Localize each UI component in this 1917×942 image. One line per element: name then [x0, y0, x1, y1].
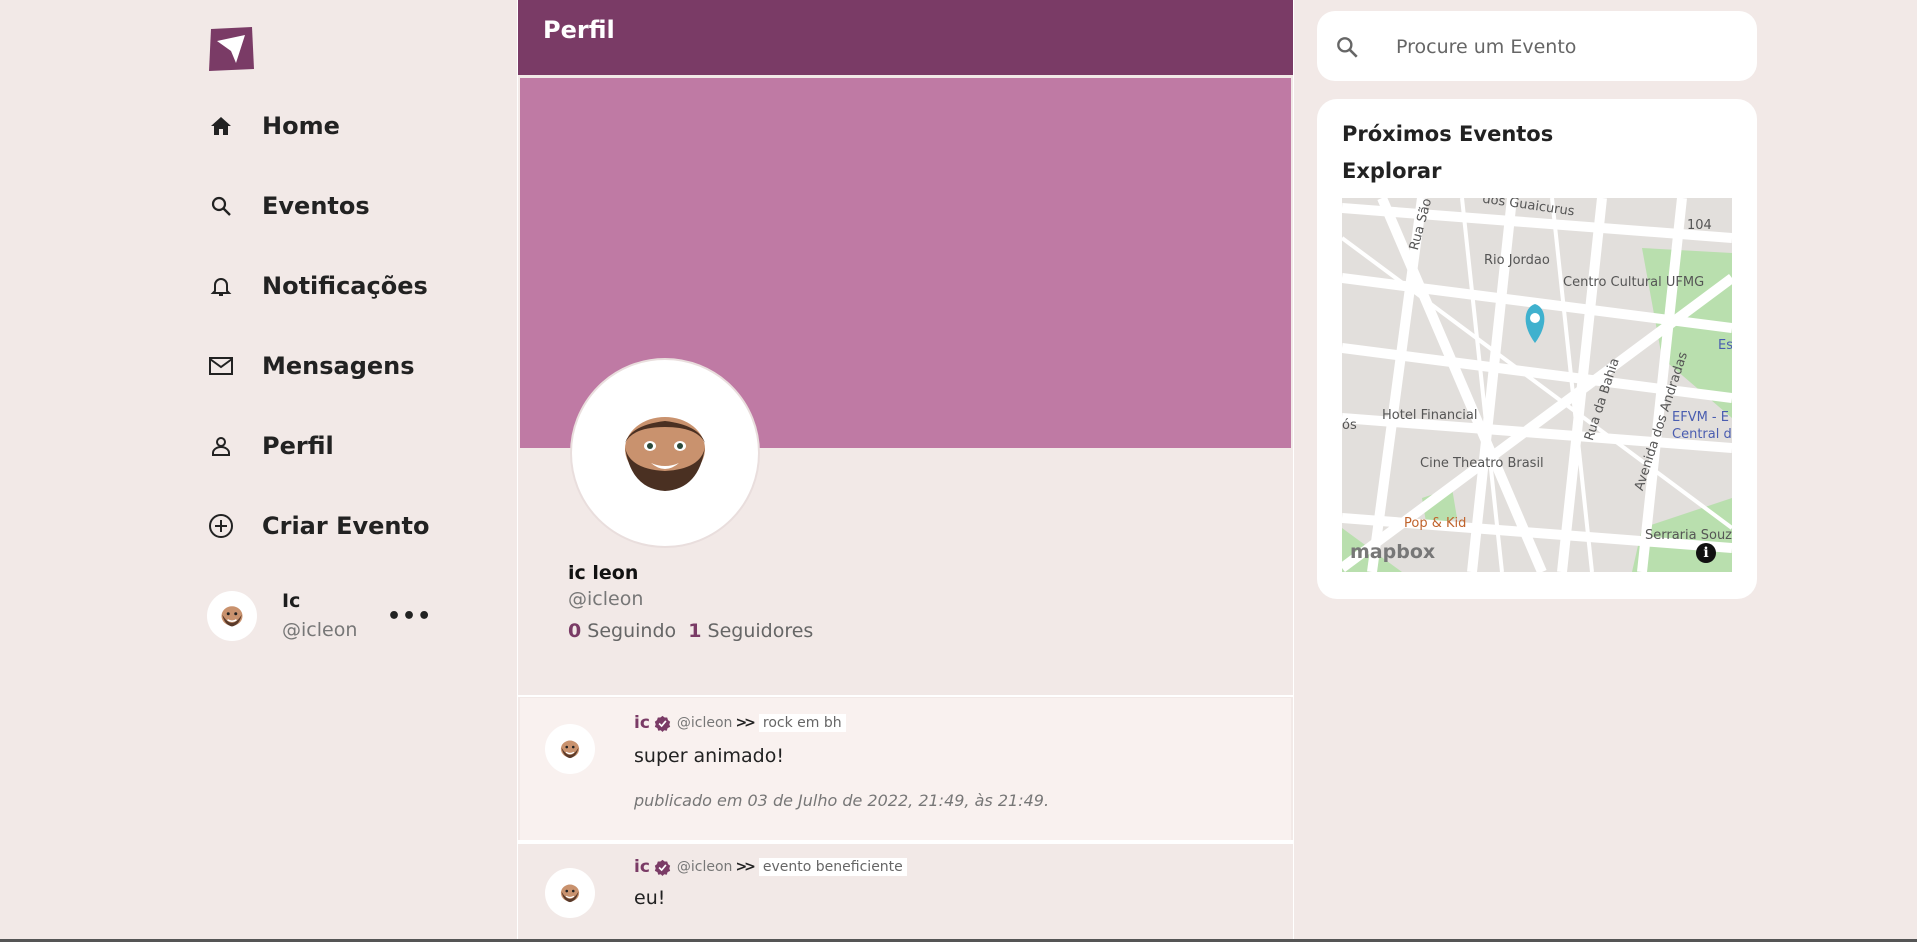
- followers-label[interactable]: Seguidores: [708, 620, 814, 642]
- post-date: publicado em 03 de Julho de 2022, 21:49,…: [634, 791, 1050, 810]
- map-label: Central d: [1672, 427, 1732, 442]
- verified-badge-icon: [654, 715, 671, 732]
- app-logo[interactable]: [209, 27, 254, 71]
- profile-name: ic leon: [568, 562, 639, 584]
- verified-badge-icon: [654, 859, 671, 876]
- profile-avatar: [570, 358, 760, 548]
- account-switcher[interactable]: Ic @icleon •••: [207, 588, 437, 644]
- nav-item-label: Perfil: [262, 432, 334, 460]
- following-count[interactable]: 0: [568, 620, 581, 642]
- post-handle: @icleon: [676, 859, 733, 875]
- map-label: Hotel Financial: [1382, 408, 1478, 423]
- account-name: Ic: [282, 590, 301, 612]
- nav-item-eventos[interactable]: Eventos: [208, 184, 370, 228]
- map-label: Rio Jordao: [1484, 253, 1550, 268]
- nav-item-label: Mensagens: [262, 352, 415, 380]
- post-header: ic @icleon >> evento beneficiente: [634, 857, 907, 877]
- nav-item-criar-evento[interactable]: Criar Evento: [208, 504, 429, 548]
- nav-item-label: Eventos: [262, 192, 370, 220]
- post-event-tag[interactable]: evento beneficiente: [758, 858, 907, 876]
- map-label: EFVM - E: [1672, 410, 1729, 425]
- post-avatar[interactable]: [545, 868, 595, 918]
- post-user[interactable]: ic: [634, 713, 650, 733]
- page-title: Perfil: [543, 16, 615, 44]
- following-label[interactable]: Seguindo: [587, 620, 676, 642]
- double-chevron-icon: >>: [735, 715, 756, 731]
- card-title: Próximos Eventos: [1342, 122, 1554, 146]
- post-header: ic @icleon >> rock em bh: [634, 713, 846, 733]
- nav-item-home[interactable]: Home: [208, 104, 340, 148]
- upcoming-events-card: Próximos Eventos Explorar Rio Jordao Cen…: [1317, 99, 1757, 599]
- info-icon[interactable]: i: [1696, 543, 1716, 563]
- profile-handle: @icleon: [568, 588, 644, 610]
- events-map[interactable]: Rio Jordao Centro Cultural UFMG Hotel Fi…: [1342, 198, 1732, 572]
- followers-count[interactable]: 1: [688, 620, 701, 642]
- bell-icon: [208, 273, 234, 299]
- post-user[interactable]: ic: [634, 857, 650, 877]
- plus-circle-icon: [208, 513, 234, 539]
- profile-main: Perfil ic leon @icleon 0 Seguindo 1 Segu…: [517, 0, 1294, 942]
- nav-item-notificacoes[interactable]: Notificações: [208, 264, 428, 308]
- map-label: Pop & Kid: [1404, 516, 1467, 531]
- more-options-icon[interactable]: •••: [387, 604, 432, 629]
- nav-item-label: Criar Evento: [262, 512, 430, 540]
- nav-item-mensagens[interactable]: Mensagens: [208, 344, 415, 388]
- map-label: 104: [1687, 218, 1712, 233]
- search-input[interactable]: [1394, 31, 1728, 63]
- explore-link[interactable]: Explorar: [1342, 159, 1441, 183]
- post-item[interactable]: ic @icleon >> rock em bh super animado! …: [520, 698, 1291, 840]
- post-text: eu!: [634, 887, 666, 909]
- nav-item-perfil[interactable]: Perfil: [208, 424, 334, 468]
- map-label: Serraria Souz: [1645, 528, 1732, 543]
- account-handle: @icleon: [282, 619, 358, 641]
- search-icon: [208, 193, 234, 219]
- map-label: ós: [1342, 418, 1357, 433]
- nav-item-label: Home: [262, 112, 340, 140]
- profile-stats: 0 Seguindo 1 Seguidores: [568, 620, 813, 642]
- post-avatar[interactable]: [545, 724, 595, 774]
- profile-info: ic leon @icleon 0 Seguindo 1 Seguidores: [568, 562, 813, 642]
- mail-icon: [208, 353, 234, 379]
- post-event-tag[interactable]: rock em bh: [758, 714, 846, 732]
- avatar: [207, 591, 257, 641]
- map-label: Centro Cultural UFMG: [1563, 275, 1705, 290]
- person-icon: [208, 433, 234, 459]
- mapbox-logo[interactable]: mapbox: [1350, 541, 1435, 563]
- post-handle: @icleon: [676, 715, 733, 731]
- map-label: Cine Theatro Brasil: [1420, 456, 1544, 471]
- search-icon: [1334, 34, 1360, 64]
- event-search: [1317, 11, 1757, 81]
- post-item[interactable]: ic @icleon >> evento beneficiente eu!: [520, 844, 1291, 942]
- divider: [518, 695, 1293, 697]
- header-bar: Perfil: [518, 0, 1293, 75]
- nav-item-label: Notificações: [262, 272, 428, 300]
- home-icon: [208, 113, 234, 139]
- double-chevron-icon: >>: [735, 859, 756, 875]
- post-text: super animado!: [634, 745, 784, 767]
- map-label: Es: [1718, 338, 1732, 353]
